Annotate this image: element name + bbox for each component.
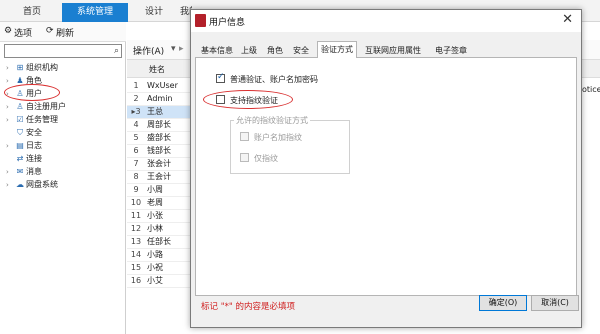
fingerprint-mode-group: [230, 120, 350, 174]
table-row[interactable]: 6 钱部长: [127, 145, 193, 158]
table-row[interactable]: 16 小艾: [127, 275, 193, 288]
table-row[interactable]: 15 小祝: [127, 262, 193, 275]
tree-search-input[interactable]: ⌕: [4, 44, 122, 58]
account-plus-fingerprint-label: 账户名加指纹: [254, 133, 302, 142]
table-row[interactable]: 7 张会计: [127, 158, 193, 171]
tree-item-message[interactable]: › ✉ 消息: [6, 166, 42, 178]
netdisk-icon: ☁: [16, 180, 24, 189]
connection-icon: ⇄: [16, 154, 24, 163]
table-row[interactable]: 4 周部长: [127, 119, 193, 132]
left-toolbar: ⚙ 选项 ⟳ 刷新: [0, 22, 126, 42]
tab-basic-info[interactable]: 基本信息: [197, 42, 237, 58]
tab-auth-method[interactable]: 验证方式: [317, 41, 357, 59]
tree-item-netdisk[interactable]: › ☁ 网盘系统: [6, 179, 58, 191]
table-row[interactable]: 1 WxUser: [127, 80, 193, 93]
table-row[interactable]: 11 小张: [127, 210, 193, 223]
close-icon[interactable]: ✕: [562, 12, 573, 27]
required-note: 标记 "*" 的内容是必填项: [201, 302, 295, 312]
user-highlight-circle: [4, 84, 60, 101]
security-icon: ⛉: [17, 128, 23, 137]
fingerprint-mode-group-title: 允许的指纹验证方式: [234, 115, 310, 126]
tree-item-connection[interactable]: ⇄ 连接: [6, 153, 42, 165]
tab-role[interactable]: 角色: [263, 42, 287, 58]
tab-design[interactable]: 设计: [134, 3, 174, 22]
table-row[interactable]: 12 小林: [127, 223, 193, 236]
options-button[interactable]: 选项: [14, 26, 32, 39]
refresh-icon[interactable]: ⟳: [46, 26, 54, 36]
dialog-tab-strip: 基本信息 上级 角色 安全 验证方式 互联网应用属性 电子签章: [195, 41, 577, 59]
dialog-title: 用户信息: [209, 18, 246, 28]
fingerprint-highlight-circle: [203, 90, 293, 109]
table-row-selected[interactable]: ▸3 王总: [127, 106, 193, 119]
table-row[interactable]: 10 老周: [127, 197, 193, 210]
search-icon[interactable]: ⌕: [114, 46, 119, 56]
account-plus-fingerprint-checkbox[interactable]: [240, 132, 249, 141]
refresh-button[interactable]: 刷新: [56, 26, 74, 39]
tab-internet-app-props[interactable]: 互联网应用属性: [361, 42, 425, 58]
self-register-icon: ♙: [16, 102, 24, 111]
table-row[interactable]: 5 盛部长: [127, 132, 193, 145]
tab-superior[interactable]: 上级: [237, 42, 261, 58]
table-row[interactable]: 14 小路: [127, 249, 193, 262]
toolbar-more-icon[interactable]: ▸: [179, 44, 184, 54]
tree-item-security[interactable]: ⛉ 安全: [6, 127, 42, 139]
org-icon: ⊞: [16, 63, 24, 72]
app-logo-icon: [195, 14, 206, 27]
cancel-button[interactable]: 取消(C): [531, 295, 579, 311]
tree-item-log[interactable]: › ▤ 日志: [6, 140, 42, 152]
normal-auth-label: 普通验证、账户名加密码: [230, 75, 318, 84]
table-row[interactable]: 9 小周: [127, 184, 193, 197]
table-row[interactable]: 2 Admin: [127, 93, 193, 106]
user-info-dialog: 用户信息 ✕ 基本信息 上级 角色 安全 验证方式 互联网应用属性 电子签章 普…: [190, 9, 582, 328]
operate-menu-button[interactable]: 操作(A): [133, 44, 164, 57]
log-icon: ▤: [16, 141, 24, 150]
dialog-titlebar: 用户信息 ✕: [191, 10, 581, 32]
name-column-header[interactable]: 姓名: [149, 64, 165, 75]
fingerprint-only-checkbox[interactable]: [240, 153, 249, 162]
tree-item-task[interactable]: › ☑ 任务管理: [6, 114, 58, 126]
tab-security[interactable]: 安全: [289, 42, 313, 58]
chevron-down-icon[interactable]: ▾: [171, 44, 176, 54]
tab-system-management[interactable]: 系统管理: [62, 3, 128, 22]
options-icon[interactable]: ⚙: [4, 26, 12, 36]
grid-cell-cut-text: otice: [582, 85, 600, 94]
tree-item-org[interactable]: › ⊞ 组织机构: [6, 62, 58, 74]
table-row[interactable]: 8 王会计: [127, 171, 193, 184]
fingerprint-only-label: 仅指纹: [254, 154, 278, 163]
tab-home[interactable]: 首页: [8, 3, 56, 22]
ok-button[interactable]: 确定(O): [479, 295, 527, 311]
tab-e-signature[interactable]: 电子签章: [431, 42, 471, 58]
table-row[interactable]: 13 任部长: [127, 236, 193, 249]
normal-auth-checkbox[interactable]: [216, 72, 225, 83]
tree-item-self-register[interactable]: › ♙ 自注册用户: [6, 101, 66, 113]
message-icon: ✉: [16, 167, 24, 176]
task-icon: ☑: [16, 115, 24, 124]
left-nav-panel: ⚙ 选项 ⟳ 刷新 ⌕ › ⊞ 组织机构 › ♟ 角色 › ♙ 用户 › ♙ 自注册用户 › ☑ 任…: [0, 22, 126, 334]
